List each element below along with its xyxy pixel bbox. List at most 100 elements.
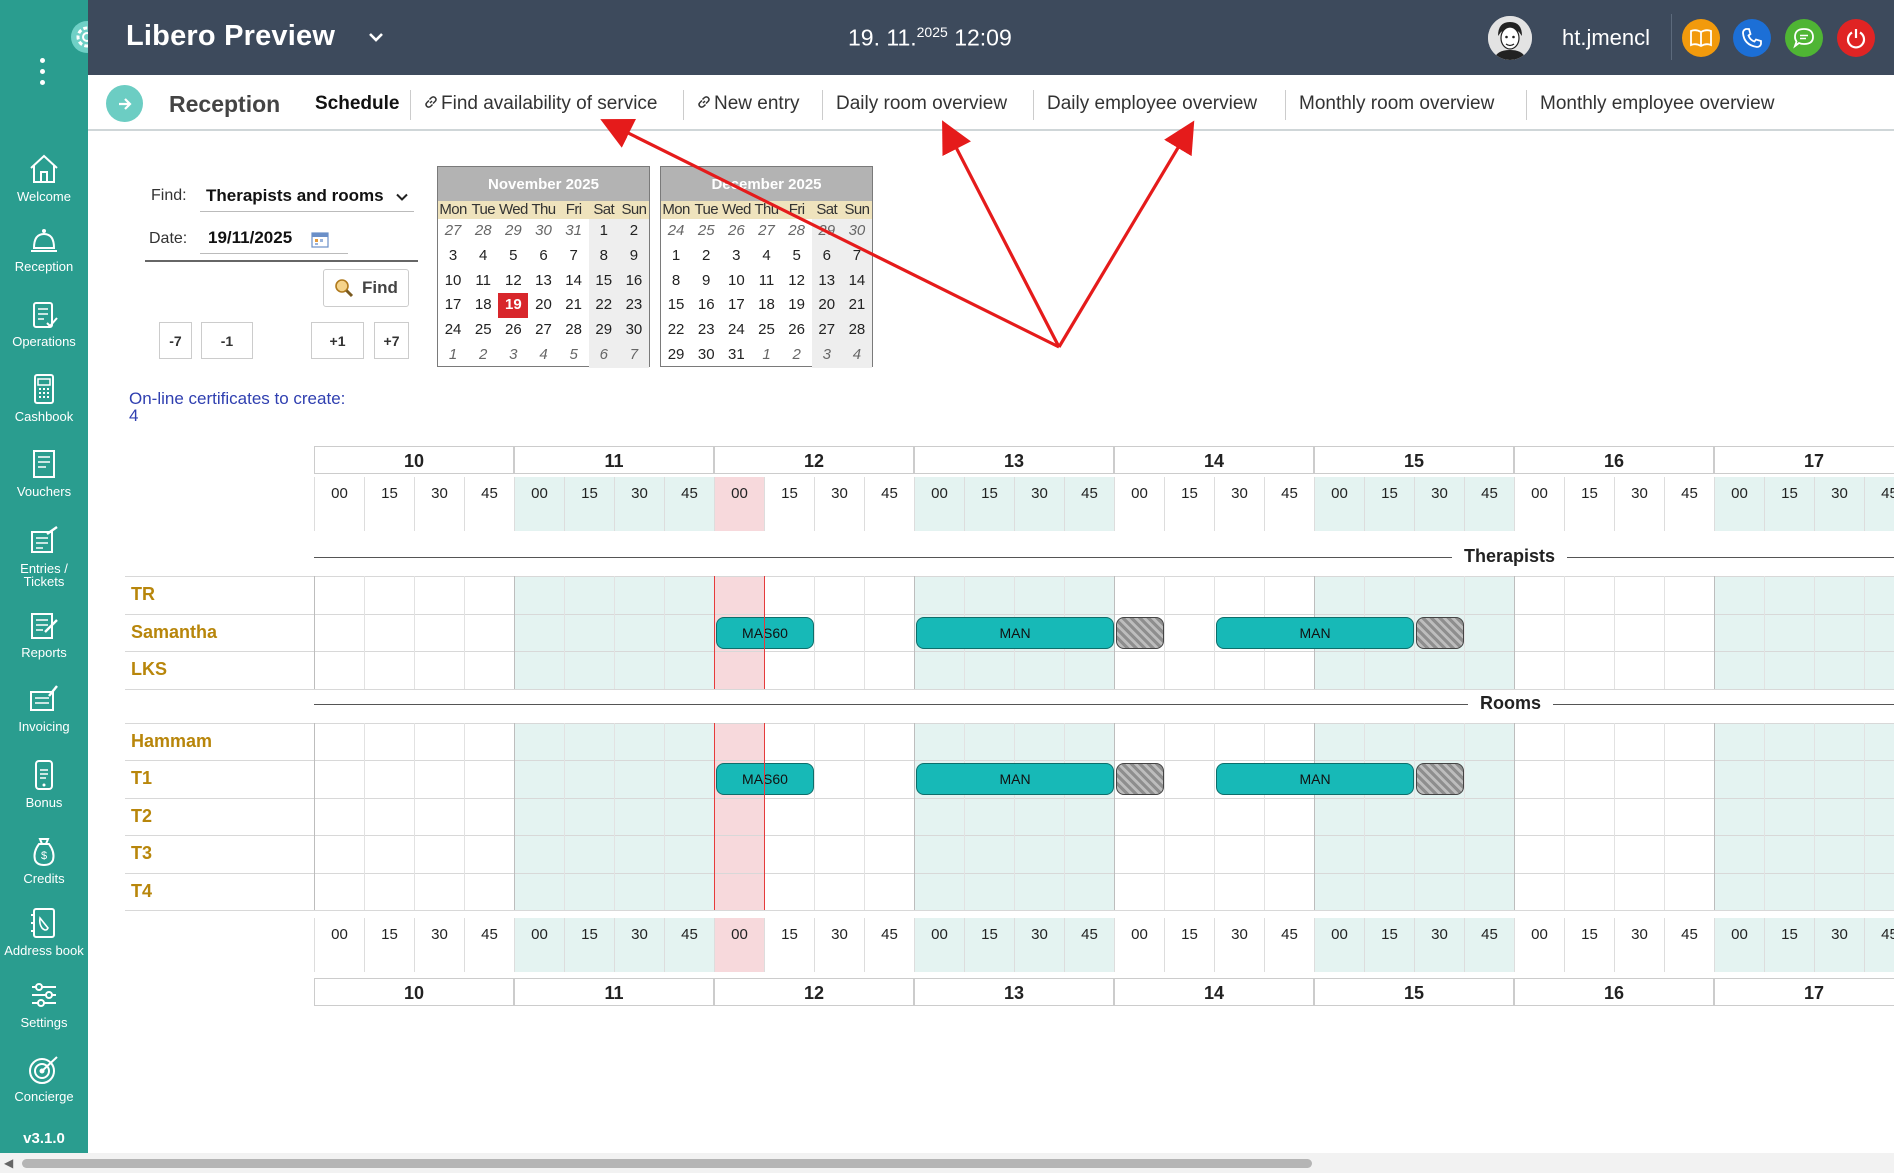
minute-slot[interactable]: 00	[1314, 477, 1364, 531]
tab-find-availability-of-service[interactable]: Find availability of service	[424, 93, 657, 115]
calendar-day[interactable]: 16	[691, 293, 721, 318]
calendar-day[interactable]: 3	[811, 342, 842, 368]
tab-schedule[interactable]: Schedule	[315, 93, 399, 115]
row-label-t4[interactable]: T4	[131, 881, 152, 902]
more-menu-icon[interactable]	[40, 58, 46, 91]
minute-slot[interactable]: 45	[1064, 918, 1114, 972]
row-label-t1[interactable]: T1	[131, 768, 152, 789]
row-label-t3[interactable]: T3	[131, 843, 152, 864]
calendar-day[interactable]: 31	[721, 343, 751, 368]
minute-slot[interactable]: 00	[1514, 477, 1564, 531]
minute-slot[interactable]: 00	[1114, 477, 1164, 531]
minute-slot[interactable]: 30	[614, 477, 664, 531]
minute-slot[interactable]: 00	[1314, 918, 1364, 972]
minute-slot[interactable]: 45	[1864, 477, 1894, 531]
calendar-day[interactable]: 7	[559, 244, 589, 269]
minute-slot[interactable]: 00	[714, 477, 764, 531]
calendar-day[interactable]: 23	[618, 293, 649, 319]
calendar-day[interactable]: 30	[528, 219, 558, 244]
sidebar-item-settings[interactable]: Settings	[0, 978, 88, 1029]
minute-slot[interactable]: 45	[1464, 918, 1514, 972]
minute-slot[interactable]: 45	[1264, 918, 1314, 972]
minute-slot[interactable]: 30	[1614, 918, 1664, 972]
tab-daily-room-overview[interactable]: Daily room overview	[836, 93, 1007, 115]
sidebar-item-welcome[interactable]: Welcome	[0, 152, 88, 203]
minute-slot[interactable]: 15	[1364, 918, 1414, 972]
calendar-day[interactable]: 2	[618, 219, 649, 244]
arrow-right-icon[interactable]	[106, 85, 143, 122]
calendar-day[interactable]: 3	[721, 244, 751, 269]
minute-slot[interactable]: 30	[1814, 918, 1864, 972]
minute-slot[interactable]: 30	[1214, 918, 1264, 972]
minute-slot[interactable]: 45	[464, 477, 514, 531]
calendar-day[interactable]: 2	[691, 244, 721, 269]
minute-slot[interactable]: 30	[814, 918, 864, 972]
minute-slot[interactable]: 15	[1164, 477, 1214, 531]
minute-slot[interactable]: 30	[1014, 477, 1064, 531]
calendar-day[interactable]: 4	[468, 244, 498, 269]
calendar-day[interactable]: 5	[559, 343, 589, 368]
calendar-day[interactable]: 27	[811, 318, 842, 343]
calendar-day[interactable]: 5	[498, 244, 528, 269]
tab-monthly-room-overview[interactable]: Monthly room overview	[1299, 93, 1494, 115]
sidebar-item-vouchers[interactable]: Vouchers	[0, 447, 88, 498]
calendar-day[interactable]: 30	[691, 343, 721, 368]
calendar-day[interactable]: 6	[588, 342, 619, 368]
minute-slot[interactable]: 00	[714, 918, 764, 972]
minute-slot[interactable]: 00	[1514, 918, 1564, 972]
sidebar-item-bonus[interactable]: Bonus	[0, 758, 88, 809]
calendar-day[interactable]: 30	[618, 318, 649, 343]
minute-slot[interactable]: 30	[1814, 477, 1864, 531]
minute-slot[interactable]: 15	[764, 477, 814, 531]
calendar-day[interactable]: 1	[661, 244, 691, 269]
calendar-month-title[interactable]: December 2025	[661, 167, 872, 201]
step-minus-7-button[interactable]: -7	[159, 322, 192, 359]
calendar-day[interactable]: 3	[498, 343, 528, 368]
calendar-day[interactable]: 11	[751, 269, 781, 294]
appointment[interactable]: MAS60	[716, 763, 814, 795]
horizontal-scrollbar[interactable]: ◀	[0, 1153, 1894, 1173]
minute-slot[interactable]: 45	[1864, 918, 1894, 972]
calendar-day[interactable]: 13	[528, 269, 558, 294]
calendar-day[interactable]: 10	[438, 269, 468, 294]
calendar-day[interactable]: 29	[811, 219, 842, 244]
row-label-hammam[interactable]: Hammam	[131, 731, 212, 752]
calendar-day[interactable]: 12	[498, 269, 528, 294]
calendar-day[interactable]: 29	[661, 343, 691, 368]
calendar-day[interactable]: 28	[782, 219, 812, 244]
calendar-day[interactable]: 25	[751, 318, 781, 343]
minute-slot[interactable]: 00	[1714, 477, 1764, 531]
minute-slot[interactable]: 30	[1614, 477, 1664, 531]
power-icon[interactable]	[1837, 19, 1875, 57]
minute-slot[interactable]: 45	[1664, 477, 1714, 531]
calendar-day[interactable]: 21	[559, 293, 589, 318]
calendar-day[interactable]: 26	[782, 318, 812, 343]
calendar-day[interactable]: 16	[618, 268, 649, 294]
row-label-t2[interactable]: T2	[131, 806, 152, 827]
avatar[interactable]	[1488, 16, 1532, 60]
sidebar-item-reports[interactable]: Reports	[0, 608, 88, 659]
calendar-day[interactable]: 14	[841, 268, 872, 294]
calendar-day[interactable]: 25	[691, 219, 721, 244]
calendar-day[interactable]: 4	[841, 342, 872, 368]
tab-new-entry[interactable]: New entry	[697, 93, 800, 115]
minute-slot[interactable]: 45	[1064, 477, 1114, 531]
calendar-day[interactable]: 7	[618, 342, 649, 368]
calendar-day[interactable]: 17	[438, 293, 468, 318]
sidebar-item-cashbook[interactable]: Cashbook	[0, 372, 88, 423]
calendar-day[interactable]: 4	[751, 244, 781, 269]
minute-slot[interactable]: 45	[1264, 477, 1314, 531]
tab-monthly-employee-overview[interactable]: Monthly employee overview	[1540, 93, 1774, 115]
step-minus-1-button[interactable]: -1	[201, 322, 253, 359]
sidebar-item-invoicing[interactable]: Invoicing	[0, 682, 88, 733]
calendar-day-today[interactable]: 19	[498, 293, 529, 319]
calendar-day[interactable]: 23	[691, 318, 721, 343]
appointment[interactable]: MAN	[1216, 616, 1414, 649]
calendar-day[interactable]: 27	[528, 318, 558, 343]
calendar-day[interactable]: 24	[438, 318, 468, 343]
sidebar-item-concierge[interactable]: Concierge	[0, 1052, 88, 1103]
calendar-day[interactable]: 13	[811, 268, 842, 294]
appointment[interactable]: MAN	[1216, 763, 1414, 795]
minute-slot[interactable]: 15	[364, 477, 414, 531]
appointment[interactable]: MAN	[916, 616, 1114, 649]
